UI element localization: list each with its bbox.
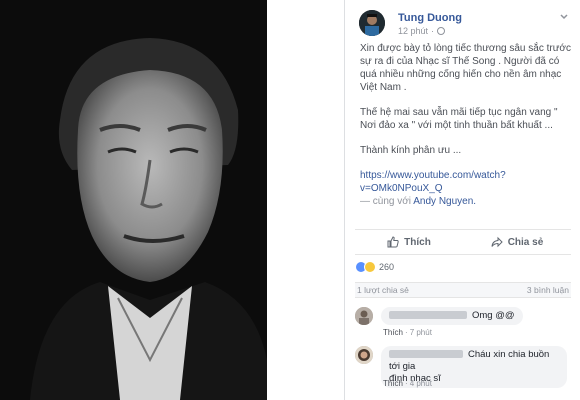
post-paragraph: Xin được bày tỏ lòng tiếc thương sâu sắc… [360, 43, 571, 93]
time-dot: · [431, 26, 435, 36]
photo-viewer: Tung Duong 12 phút · Xin được bày tỏ lòn… [0, 0, 580, 400]
share-button[interactable]: Chia sẻ [463, 230, 571, 254]
reaction-count: 260 [379, 262, 395, 272]
like-button[interactable]: Thích [355, 230, 463, 254]
comment-time[interactable]: 4 phút [410, 379, 432, 388]
share-label: Chia sẻ [507, 236, 544, 248]
comment-count[interactable]: 3 bình luận [527, 285, 569, 295]
redacted-name [389, 350, 463, 359]
post-paragraph: Thế hệ mai sau vẫn mãi tiếp tục ngân van… [360, 107, 558, 131]
comment-text: Omg @@ [472, 310, 515, 321]
post-actions: Thích Chia sẻ [355, 229, 571, 255]
sad-reaction-icon [364, 261, 376, 273]
post-header: Tung Duong 12 phút · [355, 8, 571, 42]
comment-meta: Thích · 4 phút [383, 379, 432, 388]
comment-time[interactable]: 7 phút [410, 328, 432, 337]
tagged-user[interactable]: Andy Nguyen. [413, 196, 476, 207]
photo-margin [267, 0, 344, 400]
share-icon [491, 236, 503, 248]
meta-dot: · [405, 379, 408, 388]
redacted-name [389, 311, 467, 320]
commenter-avatar[interactable] [355, 307, 373, 325]
post-body: Xin được bày tỏ lòng tiếc thương sâu sắc… [360, 42, 573, 208]
post-stats: 1 lượt chia sẻ 3 bình luận [355, 282, 571, 298]
post-sidebar: Tung Duong 12 phút · Xin được bày tỏ lòn… [344, 0, 580, 400]
like-label: Thích [404, 236, 431, 248]
post-time[interactable]: 12 phút [398, 26, 428, 36]
avatar-image [355, 346, 373, 364]
comment-like-link[interactable]: Thích [383, 328, 403, 337]
comment-like-link[interactable]: Thích [383, 379, 403, 388]
post-timestamp[interactable]: 12 phút · [398, 26, 446, 36]
globe-icon [437, 27, 446, 35]
with-prefix: — cùng với [360, 196, 412, 207]
post-paragraph: Thành kính phân ưu ... [360, 145, 462, 156]
share-count[interactable]: 1 lượt chia sẻ [357, 285, 409, 295]
author-name[interactable]: Tung Duong [398, 12, 462, 24]
reaction-summary[interactable]: 260 [355, 259, 394, 275]
portrait-image [0, 0, 267, 400]
meta-dot: · [405, 328, 408, 337]
post-link-paragraph: https://www.youtube.com/watch?v=OMk0NPou… [360, 169, 573, 208]
avatar-image [355, 307, 373, 325]
avatar-image [359, 10, 385, 36]
youtube-link[interactable]: https://www.youtube.com/watch?v=OMk0NPou… [360, 170, 506, 194]
author-avatar[interactable] [359, 10, 385, 36]
comment-meta: Thích · 7 phút [383, 328, 432, 337]
commenter-avatar[interactable] [355, 346, 373, 364]
chevron-down-icon[interactable] [559, 12, 569, 22]
post-photo[interactable] [0, 0, 267, 400]
thumbs-up-icon [387, 236, 399, 248]
comment-bubble: Omg @@ [381, 307, 523, 325]
